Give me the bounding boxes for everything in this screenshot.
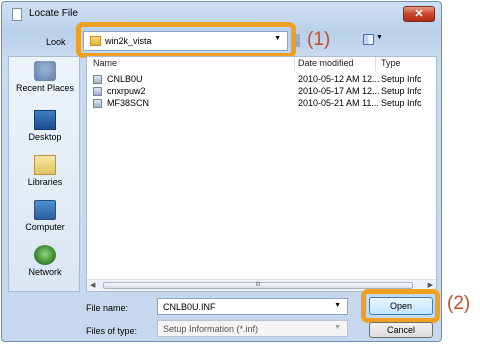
look-in-label: Look <box>46 37 66 47</box>
column-header-name[interactable]: Name <box>93 57 117 71</box>
column-divider[interactable] <box>294 57 295 71</box>
column-divider[interactable] <box>375 57 376 71</box>
place-computer[interactable]: Computer <box>9 200 81 232</box>
file-list[interactable]: Name Date modified Type CNLB0U 2010-05-1… <box>86 56 437 292</box>
file-name-field[interactable]: CNLB0U.INF ▼ <box>157 298 348 315</box>
recent-places-icon <box>34 61 56 81</box>
setup-file-icon <box>93 75 102 84</box>
place-label: Desktop <box>28 132 62 142</box>
chevron-down-icon[interactable]: ▼ <box>334 324 341 331</box>
file-type: Setup Infc <box>381 74 422 84</box>
network-icon <box>34 245 56 265</box>
scroll-right-icon[interactable]: ▶ <box>428 281 433 289</box>
file-type: Setup Infc <box>381 86 422 96</box>
callout-2: (2) <box>447 293 471 314</box>
highlight-open <box>361 289 440 323</box>
file-row[interactable]: MF38SCN 2010-05-21 AM 11... Setup Infc <box>87 97 436 109</box>
cancel-button[interactable]: Cancel <box>369 322 433 338</box>
file-row[interactable]: CNLB0U 2010-05-12 AM 12... Setup Infc <box>87 73 436 85</box>
place-label: Recent Places <box>15 83 75 93</box>
file-name: MF38SCN <box>107 98 150 108</box>
place-label: Libraries <box>27 177 63 187</box>
file-date: 2010-05-21 AM 11... <box>298 98 379 108</box>
places-bar: Recent Places Desktop Libraries Computer… <box>8 56 80 292</box>
close-button[interactable]: ✕ <box>403 6 435 22</box>
desktop-icon <box>34 110 56 130</box>
file-date: 2010-05-12 AM 12... <box>298 74 380 84</box>
file-date: 2010-05-17 AM 12... <box>298 86 380 96</box>
highlight-look-in <box>76 22 296 58</box>
file-type-label: Files of type: <box>86 326 138 336</box>
dialog-title: Locate File <box>29 8 78 19</box>
scroll-thumb[interactable]: III <box>103 282 413 289</box>
file-name-value: CNLB0U.INF <box>163 302 216 312</box>
chevron-down-icon[interactable]: ▼ <box>334 302 341 309</box>
libraries-icon <box>34 155 56 175</box>
file-name: CNLB0U <box>107 74 143 84</box>
computer-icon <box>34 200 56 220</box>
column-header-type[interactable]: Type <box>381 57 401 71</box>
place-label: Network <box>28 267 62 277</box>
views-icon[interactable] <box>363 34 374 45</box>
place-recent-places[interactable]: Recent Places <box>9 61 81 93</box>
callout-1: (1) <box>307 29 331 50</box>
up-folder-icon[interactable] <box>296 34 300 47</box>
scroll-left-icon[interactable]: ◀ <box>90 281 95 289</box>
file-row[interactable]: cnxrpuw2 2010-05-17 AM 12... Setup Infc <box>87 85 436 97</box>
file-type: Setup Infc <box>381 98 422 108</box>
file-name-label: File name: <box>86 303 129 313</box>
file-icon <box>12 8 22 21</box>
file-type-dropdown[interactable]: Setup Information (*.inf) ▼ <box>157 320 348 337</box>
place-desktop[interactable]: Desktop <box>9 110 81 142</box>
setup-file-icon <box>93 87 102 96</box>
setup-file-icon <box>93 99 102 108</box>
place-label: Computer <box>25 222 65 232</box>
place-network[interactable]: Network <box>9 245 81 277</box>
file-type-value: Setup Information (*.inf) <box>163 324 259 334</box>
place-libraries[interactable]: Libraries <box>9 155 81 187</box>
views-dropdown-icon[interactable]: ▼ <box>376 34 383 41</box>
file-name: cnxrpuw2 <box>107 86 146 96</box>
column-header-date[interactable]: Date modified <box>298 57 354 71</box>
